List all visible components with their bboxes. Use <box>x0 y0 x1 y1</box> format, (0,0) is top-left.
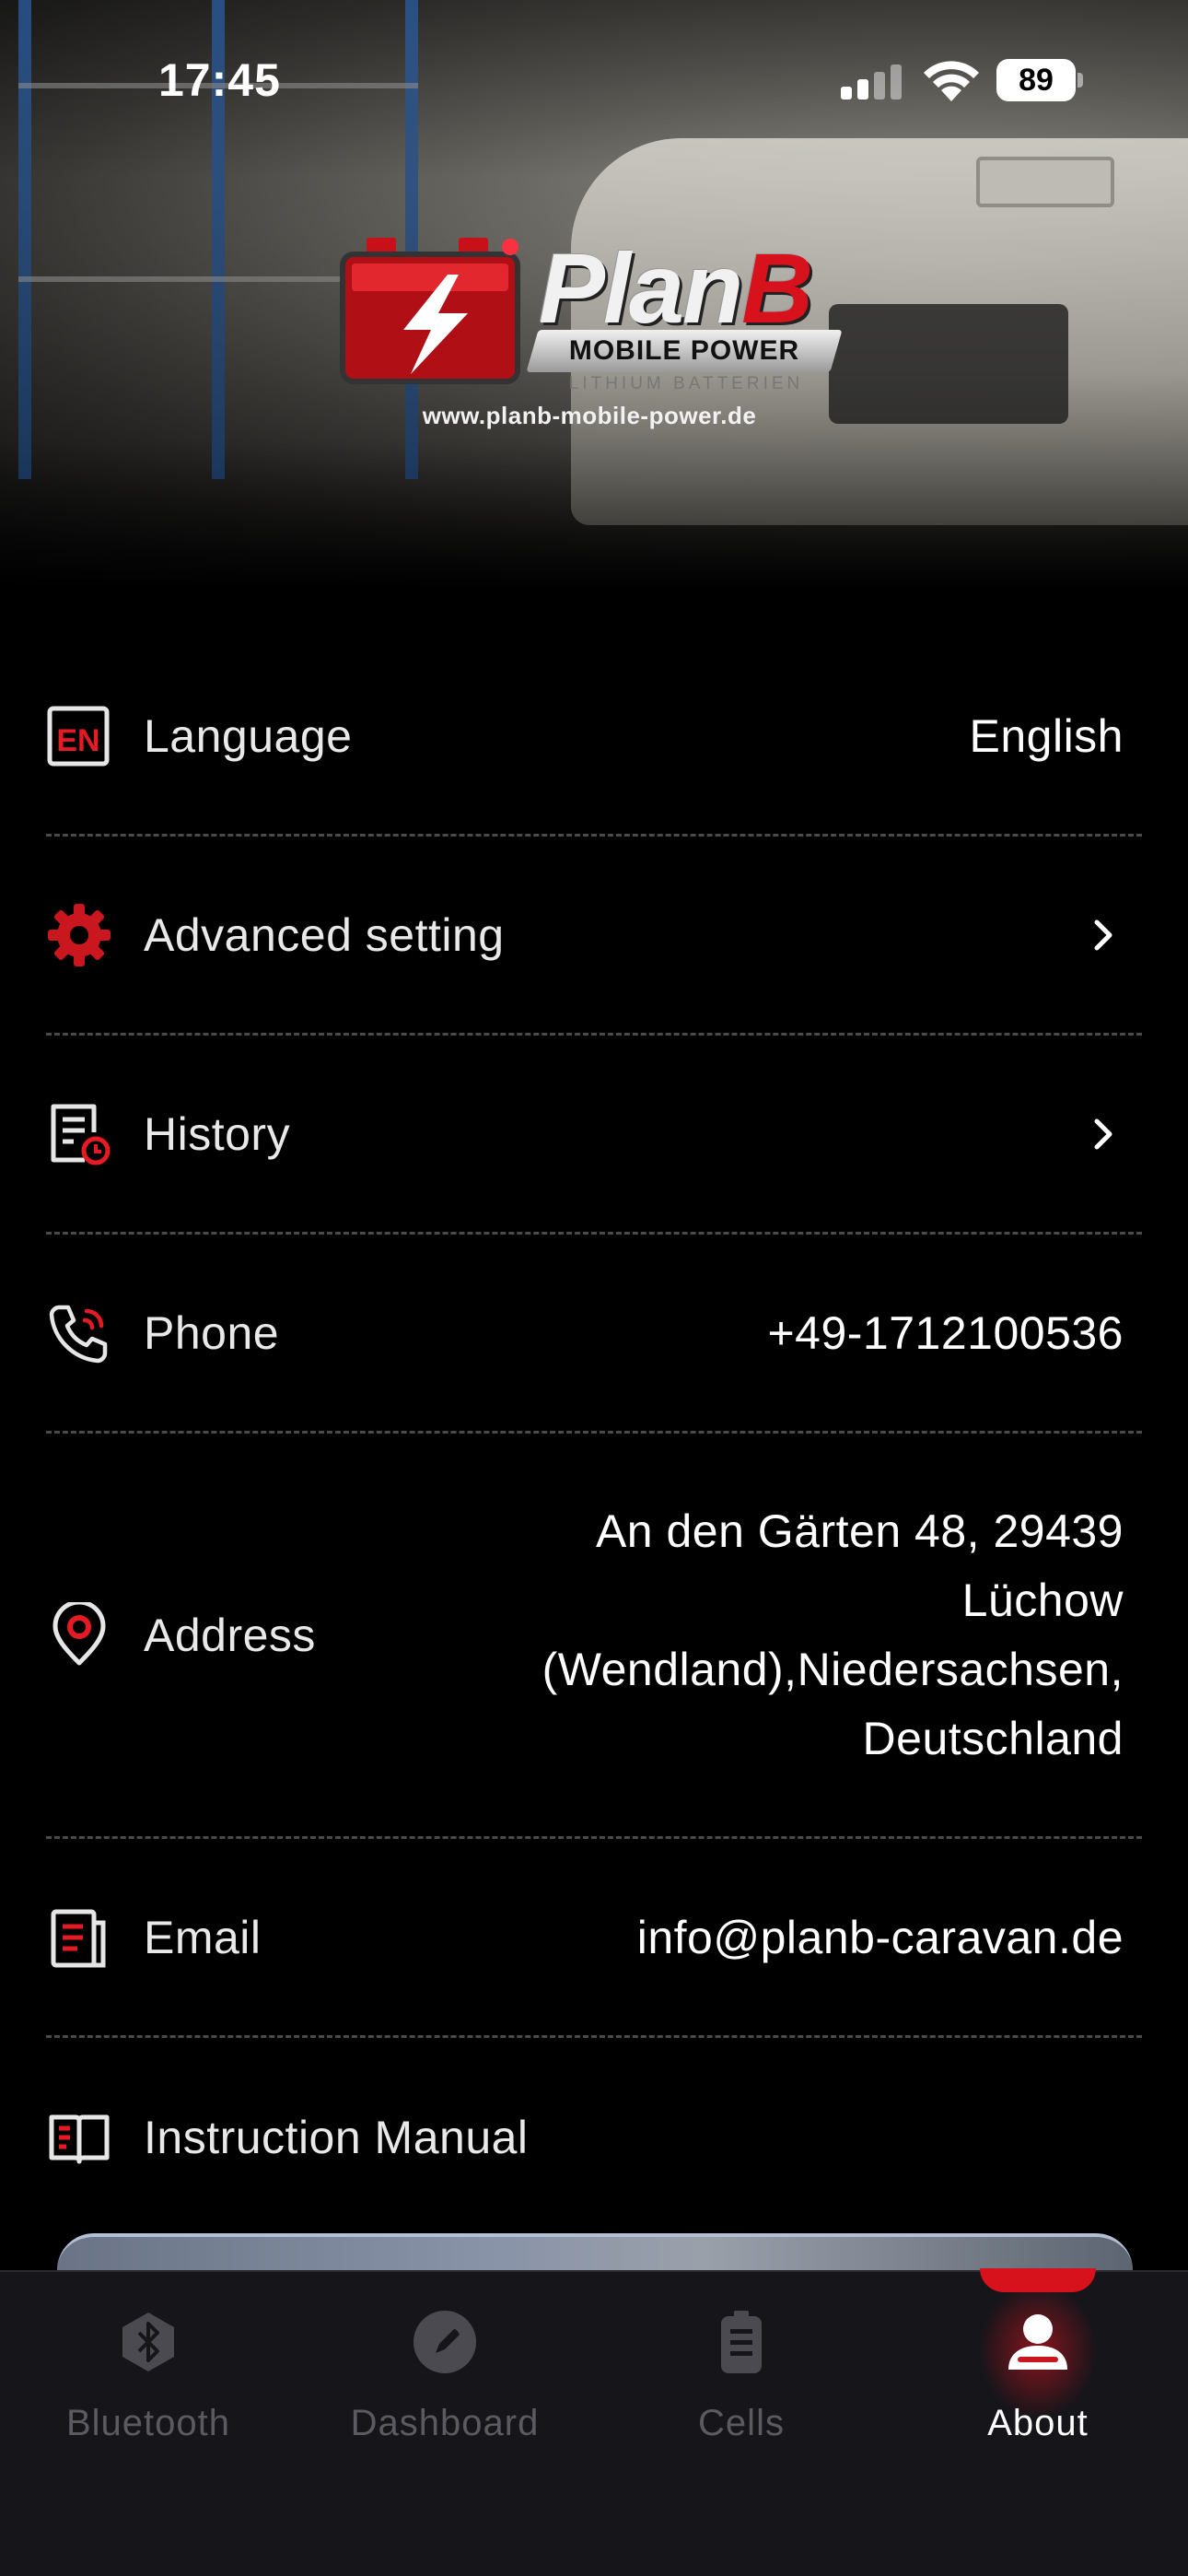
chevron-right-icon <box>1094 1118 1112 1149</box>
brand-name: PlanB <box>539 232 813 344</box>
history-icon <box>46 1101 112 1167</box>
status-bar: 17:45 89 <box>0 0 1188 157</box>
address-line: Deutschland <box>862 1712 1124 1764</box>
camper-window-image <box>829 304 1068 424</box>
bottom-tab-bar: Bluetooth Dashboard Cells About <box>0 2268 1188 2576</box>
svg-text:EN: EN <box>56 723 99 758</box>
chevron-right-icon <box>1094 919 1112 950</box>
phone-label: Phone <box>144 1306 280 1359</box>
language-row[interactable]: EN Language English <box>46 638 1142 837</box>
planb-logo: PlanB MOBILE POWER LITHIUM BATTERIEN www… <box>332 219 847 440</box>
language-label: Language <box>144 709 353 762</box>
address-line: (Wendland),Niedersachsen, <box>542 1643 1124 1695</box>
about-settings-list: EN Language English Advanced setting His… <box>46 638 1142 2237</box>
gear-icon <box>46 902 112 968</box>
brand-tagline-plate: MOBILE POWER <box>526 330 843 372</box>
email-icon <box>46 1904 112 1971</box>
bluetooth-icon <box>122 2313 174 2371</box>
advanced-setting-row[interactable]: Advanced setting <box>46 837 1142 1036</box>
phone-row[interactable]: Phone +49-1712100536 <box>46 1235 1142 1434</box>
advanced-setting-label: Advanced setting <box>144 908 505 961</box>
tab-about[interactable]: About <box>890 2268 1186 2484</box>
brand-subline: LITHIUM BATTERIEN <box>568 374 804 393</box>
instruction-manual-preview[interactable] <box>57 2233 1133 2270</box>
tab-bluetooth[interactable]: Bluetooth <box>0 2272 297 2484</box>
instruction-manual-label: Instruction Manual <box>144 2112 529 2163</box>
language-value[interactable]: English <box>970 709 1124 763</box>
tab-label: Cells <box>698 2403 785 2443</box>
address-row[interactable]: Address An den Gärten 48, 29439 Lüchow (… <box>46 1434 1142 1839</box>
status-time: 17:45 <box>158 54 281 106</box>
email-label: Email <box>144 1911 262 1963</box>
en-language-icon: EN <box>46 703 112 769</box>
phone-icon <box>46 1300 112 1366</box>
phone-value[interactable]: +49-1712100536 <box>767 1306 1124 1360</box>
battery-logo-icon <box>340 238 520 384</box>
location-pin-icon <box>46 1601 112 1669</box>
address-label: Address <box>144 1609 316 1661</box>
tab-label: About <box>987 2403 1089 2443</box>
tab-cells[interactable]: Cells <box>593 2272 890 2484</box>
wifi-icon <box>924 61 979 101</box>
battery-status-icon: 89 <box>996 59 1083 101</box>
active-tab-indicator <box>980 2268 1096 2292</box>
dashboard-icon <box>413 2311 476 2373</box>
tab-dashboard[interactable]: Dashboard <box>297 2272 593 2484</box>
address-line: Lüchow <box>961 1574 1124 1626</box>
tab-label: Bluetooth <box>65 2403 231 2443</box>
instruction-manual-row[interactable]: Instruction Manual <box>46 2038 1142 2237</box>
history-row[interactable]: History <box>46 1036 1142 1235</box>
address-line: An den Gärten 48, 29439 <box>595 1505 1124 1557</box>
book-icon <box>46 2104 112 2171</box>
brand-url: www.planb-mobile-power.de <box>422 402 757 429</box>
camper-vent-image <box>976 157 1114 207</box>
email-value[interactable]: info@planb-caravan.de <box>637 1911 1124 1964</box>
email-row[interactable]: Email info@planb-caravan.de <box>46 1839 1142 2038</box>
battery-level: 89 <box>996 59 1076 101</box>
brand-tagline: MOBILE POWER <box>568 335 800 366</box>
address-value[interactable]: An den Gärten 48, 29439 Lüchow (Wendland… <box>424 1497 1124 1774</box>
user-icon <box>1008 2314 1067 2370</box>
battery-cells-icon <box>721 2311 762 2373</box>
tab-label: Dashboard <box>350 2403 540 2443</box>
cellular-signal-icon <box>841 63 905 100</box>
history-label: History <box>144 1107 291 1160</box>
